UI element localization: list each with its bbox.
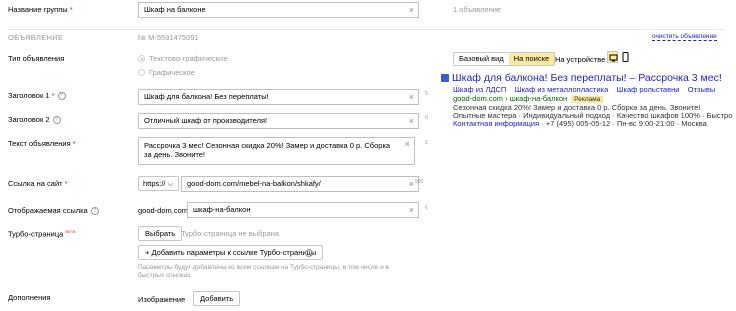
ad-type-label: Тип объявления <box>8 54 65 63</box>
clear-icon[interactable]: × <box>409 114 414 128</box>
clear-icon[interactable]: × <box>409 203 414 217</box>
title1-label: Заголовок 1 *? <box>8 91 66 101</box>
ad-number: № M-5591475091 <box>138 33 199 42</box>
preview-url-line: good-dom.com › шкаф-на-балкон Реклама <box>453 94 604 103</box>
display-link-counter: 6 <box>425 205 428 211</box>
sitelink[interactable]: Отзывы <box>688 85 715 94</box>
desktop-icon <box>609 54 617 61</box>
title1-counter: 5 <box>425 91 428 97</box>
title2-counter: 0 <box>425 115 428 121</box>
turbo-label: Турбо-страница BETA <box>8 229 76 239</box>
sitelink[interactable]: Шкаф из металлопластика <box>515 85 609 94</box>
ad-count: 1 объявление <box>453 5 502 14</box>
image-label: Изображение <box>138 295 186 304</box>
device-label: На устройстве <box>555 55 606 64</box>
radio-dot <box>138 69 145 76</box>
extras-label: Дополнения <box>8 293 51 302</box>
desktop-device-button[interactable] <box>607 51 618 63</box>
turbo-hint-line2: быстрых ссылках. <box>138 272 193 279</box>
title2-input[interactable]: Отличный шкаф от производителя! × <box>138 113 419 129</box>
preview-tabs: Базовый вид На поиске <box>453 52 556 66</box>
choose-turbo-button[interactable]: Выбрать <box>138 226 183 241</box>
clear-icon[interactable]: × <box>409 3 414 17</box>
ad-badge: Реклама <box>571 96 604 103</box>
ad-text-input[interactable]: Рассрочка 3 мес! Сезонная скидка 20%! За… <box>138 137 415 165</box>
sitelink[interactable]: Шкаф рольставни <box>617 85 680 94</box>
ad-text-counter: 2 <box>425 140 428 146</box>
contact-info-link[interactable]: Контактная информация <box>453 119 539 128</box>
add-image-button[interactable]: Добавить <box>193 291 241 306</box>
section-header: ОБЪЯВЛЕНИЕ <box>8 33 64 42</box>
radio-dot <box>138 55 145 62</box>
clear-icon[interactable]: × <box>409 90 414 104</box>
title1-input[interactable]: Шкаф для балкона! Без переплаты! × <box>138 89 419 105</box>
help-icon[interactable]: ? <box>57 92 66 101</box>
radio-graphic[interactable]: Графическое <box>138 68 195 77</box>
preview-sitelinks: Шкаф из ЛДСП Шкаф из металлопластика Шка… <box>453 85 715 94</box>
help-icon[interactable]: ? <box>52 116 61 125</box>
link-counter: 900 <box>415 179 424 185</box>
mobile-device-button[interactable] <box>621 51 630 63</box>
protocol-select[interactable]: https:// ⌵ <box>138 176 179 191</box>
tab-basic[interactable]: Базовый вид <box>454 53 509 65</box>
help-icon[interactable]: ? <box>305 249 313 257</box>
site-favicon-icon <box>441 74 449 82</box>
group-name-label: Название группы * <box>8 5 73 14</box>
display-link-label: Отображаемая ссылка? <box>8 206 99 216</box>
link-input[interactable]: good-dom.com/mebel-na-balkon/shkafy/× <box>181 176 419 192</box>
link-label: Ссылка на сайт * <box>8 179 68 188</box>
preview-url: good-dom.com › шкаф-на-балкон <box>453 94 568 103</box>
ad-text-label: Текст объявления * <box>8 139 76 148</box>
add-turbo-params-button[interactable]: + Добавить параметры к ссылке Турбо-стра… <box>138 245 324 260</box>
chevron-down-icon: ⌵ <box>167 181 173 188</box>
help-icon[interactable]: ? <box>90 207 99 216</box>
turbo-status: Турбо-страница не выбрана <box>181 229 280 238</box>
group-name-input[interactable]: Шкаф на балконе × <box>138 2 419 18</box>
preview-ad-title: Шкаф для балкона! Без переплаты! – Расср… <box>441 72 722 84</box>
turbo-hint-line1: Параметры будут добавлены ко всем ссылка… <box>138 264 389 271</box>
radio-text-graphic[interactable]: Текстово-графическое <box>138 54 228 63</box>
clear-ad-link[interactable]: очистить объявление <box>652 33 717 41</box>
display-link-domain: good-dom.com/ <box>138 206 191 215</box>
title2-label: Заголовок 2? <box>8 115 61 125</box>
tab-search[interactable]: На поиске <box>508 53 555 65</box>
sitelink[interactable]: Шкаф из ЛДСП <box>453 85 506 94</box>
preview-contacts: Контактная информация · +7 (495) 005-05-… <box>453 119 707 128</box>
plus-icon: + <box>145 248 150 257</box>
mobile-icon <box>622 52 629 62</box>
beta-badge: BETA <box>65 229 76 234</box>
clear-icon[interactable]: × <box>409 177 414 191</box>
divider <box>8 29 724 30</box>
display-link-input[interactable]: шкаф-на-балкон × <box>187 202 419 218</box>
clear-icon[interactable]: × <box>405 140 410 149</box>
